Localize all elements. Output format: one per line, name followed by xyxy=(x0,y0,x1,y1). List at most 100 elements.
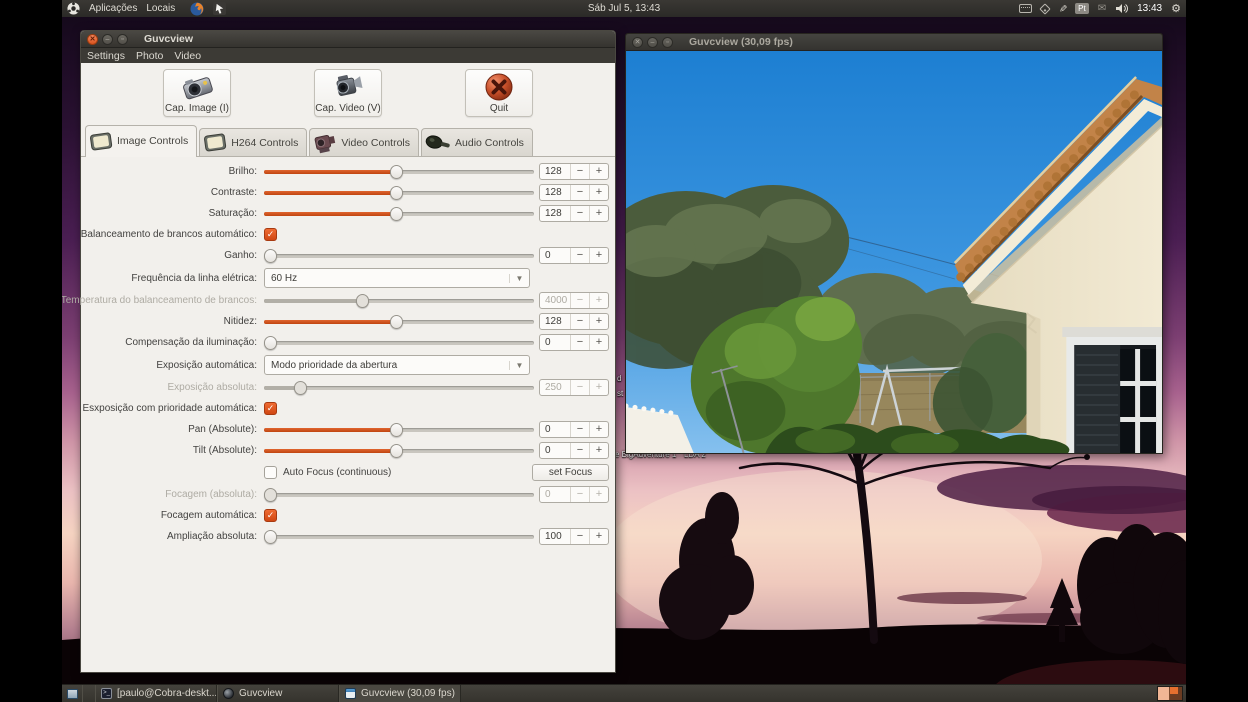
dropdown[interactable]: Modo prioridade da abertura ▼ xyxy=(264,355,530,375)
slider-thumb[interactable] xyxy=(390,165,403,179)
taskbar-item[interactable]: >_[paulo@Cobra-deskt... xyxy=(95,685,217,702)
slider-thumb[interactable] xyxy=(390,186,403,200)
keyboard-icon[interactable] xyxy=(1019,4,1032,13)
workspace-switcher[interactable] xyxy=(1157,686,1183,701)
spinbox[interactable]: 128 − + xyxy=(539,163,609,180)
increment-button[interactable]: + xyxy=(589,185,608,200)
show-desktop-button[interactable] xyxy=(62,685,83,702)
decrement-button[interactable]: − xyxy=(570,529,589,544)
slider-thumb[interactable] xyxy=(294,381,307,395)
workspace-1[interactable] xyxy=(1158,687,1170,700)
slider[interactable] xyxy=(264,336,534,350)
increment-button[interactable]: + xyxy=(589,487,608,502)
decrement-button[interactable]: − xyxy=(570,164,589,179)
app-launcher-icon[interactable] xyxy=(213,2,226,15)
window-titlebar[interactable]: ✕ – ▫ Guvcview (30,09 fps) xyxy=(626,34,1162,51)
tab-video-controls[interactable]: Video Controls xyxy=(309,128,419,156)
decrement-button[interactable]: − xyxy=(570,248,589,263)
slider[interactable] xyxy=(264,530,534,544)
places-menu[interactable]: Locais xyxy=(146,3,175,14)
spinbox[interactable]: 0 − + xyxy=(539,334,609,351)
decrement-button[interactable]: − xyxy=(570,380,589,395)
desktop-icon-label[interactable]: st xyxy=(617,389,623,398)
auto-focus-checkbox[interactable] xyxy=(264,466,277,479)
decrement-button[interactable]: − xyxy=(570,293,589,308)
slider[interactable] xyxy=(264,294,534,308)
ubuntu-logo-icon[interactable] xyxy=(67,2,80,15)
spinbox[interactable]: 0 − + xyxy=(539,442,609,459)
decrement-button[interactable]: − xyxy=(570,487,589,502)
language-indicator[interactable]: Pt xyxy=(1075,3,1089,14)
spinbox[interactable]: 0 − + xyxy=(539,247,609,264)
slider[interactable] xyxy=(264,249,534,263)
minimize-icon[interactable]: – xyxy=(647,37,658,48)
spinbox[interactable]: 128 − + xyxy=(539,184,609,201)
workspace-2[interactable] xyxy=(1170,687,1182,700)
checkbox[interactable]: ✓ xyxy=(264,402,277,415)
menu-item-photo[interactable]: Photo xyxy=(136,50,163,62)
slider-thumb[interactable] xyxy=(356,294,369,308)
minimize-icon[interactable]: – xyxy=(102,34,113,45)
slider-thumb[interactable] xyxy=(390,315,403,329)
slider[interactable] xyxy=(264,165,534,179)
capture-video-button[interactable]: Cap. Video (V) xyxy=(314,69,382,117)
mail-icon[interactable]: ✉ xyxy=(1098,3,1106,14)
input-method-icon[interactable] xyxy=(1039,3,1050,14)
clock-date[interactable]: Sáb Jul 5, 13:43 xyxy=(588,3,660,14)
slider[interactable] xyxy=(264,488,534,502)
decrement-button[interactable]: − xyxy=(570,185,589,200)
close-icon[interactable]: ✕ xyxy=(632,37,643,48)
increment-button[interactable]: + xyxy=(589,443,608,458)
menu-item-video[interactable]: Video xyxy=(174,50,201,62)
slider-thumb[interactable] xyxy=(264,530,277,544)
gear-icon[interactable]: ⚙ xyxy=(1171,2,1181,15)
spinbox[interactable]: 128 − + xyxy=(539,205,609,222)
maximize-icon[interactable]: ▫ xyxy=(117,34,128,45)
quit-button[interactable]: Quit xyxy=(465,69,533,117)
increment-button[interactable]: + xyxy=(589,529,608,544)
taskbar-item[interactable]: Guvcview (30,09 fps) xyxy=(339,685,461,702)
pen-icon[interactable]: ✎ xyxy=(1056,4,1067,12)
slider[interactable] xyxy=(264,186,534,200)
slider-thumb[interactable] xyxy=(264,249,277,263)
spinbox[interactable]: 0 − + xyxy=(539,421,609,438)
increment-button[interactable]: + xyxy=(589,335,608,350)
checkbox[interactable]: ✓ xyxy=(264,228,277,241)
spinbox[interactable]: 100 − + xyxy=(539,528,609,545)
increment-button[interactable]: + xyxy=(589,248,608,263)
volume-icon[interactable] xyxy=(1115,3,1128,14)
taskbar-item[interactable]: Guvcview xyxy=(217,685,339,702)
checkbox[interactable]: ✓ xyxy=(264,509,277,522)
close-icon[interactable]: ✕ xyxy=(87,34,98,45)
clock-time[interactable]: 13:43 xyxy=(1137,3,1162,14)
slider-thumb[interactable] xyxy=(264,488,277,502)
slider[interactable] xyxy=(264,207,534,221)
decrement-button[interactable]: − xyxy=(570,443,589,458)
increment-button[interactable]: + xyxy=(589,293,608,308)
slider[interactable] xyxy=(264,381,534,395)
slider[interactable] xyxy=(264,315,534,329)
maximize-icon[interactable]: ▫ xyxy=(662,37,673,48)
tab-audio-controls[interactable]: Audio Controls xyxy=(421,128,533,156)
applications-menu[interactable]: Aplicações xyxy=(89,3,137,14)
increment-button[interactable]: + xyxy=(589,314,608,329)
slider-thumb[interactable] xyxy=(264,336,277,350)
slider[interactable] xyxy=(264,444,534,458)
slider-thumb[interactable] xyxy=(390,444,403,458)
decrement-button[interactable]: − xyxy=(570,314,589,329)
increment-button[interactable]: + xyxy=(589,206,608,221)
spinbox[interactable]: 0 − + xyxy=(539,486,609,503)
slider-thumb[interactable] xyxy=(390,423,403,437)
desktop-icon-label[interactable]: d xyxy=(617,374,621,383)
spinbox[interactable]: 250 − + xyxy=(539,379,609,396)
set-focus-button[interactable]: set Focus xyxy=(532,464,609,481)
decrement-button[interactable]: − xyxy=(570,206,589,221)
increment-button[interactable]: + xyxy=(589,380,608,395)
increment-button[interactable]: + xyxy=(589,164,608,179)
firefox-launcher-icon[interactable] xyxy=(190,2,204,16)
window-titlebar[interactable]: ✕ – ▫ Guvcview xyxy=(81,31,615,48)
decrement-button[interactable]: − xyxy=(570,335,589,350)
spinbox[interactable]: 4000 − + xyxy=(539,292,609,309)
tab-image-controls[interactable]: Image Controls xyxy=(85,125,197,157)
spinbox[interactable]: 128 − + xyxy=(539,313,609,330)
